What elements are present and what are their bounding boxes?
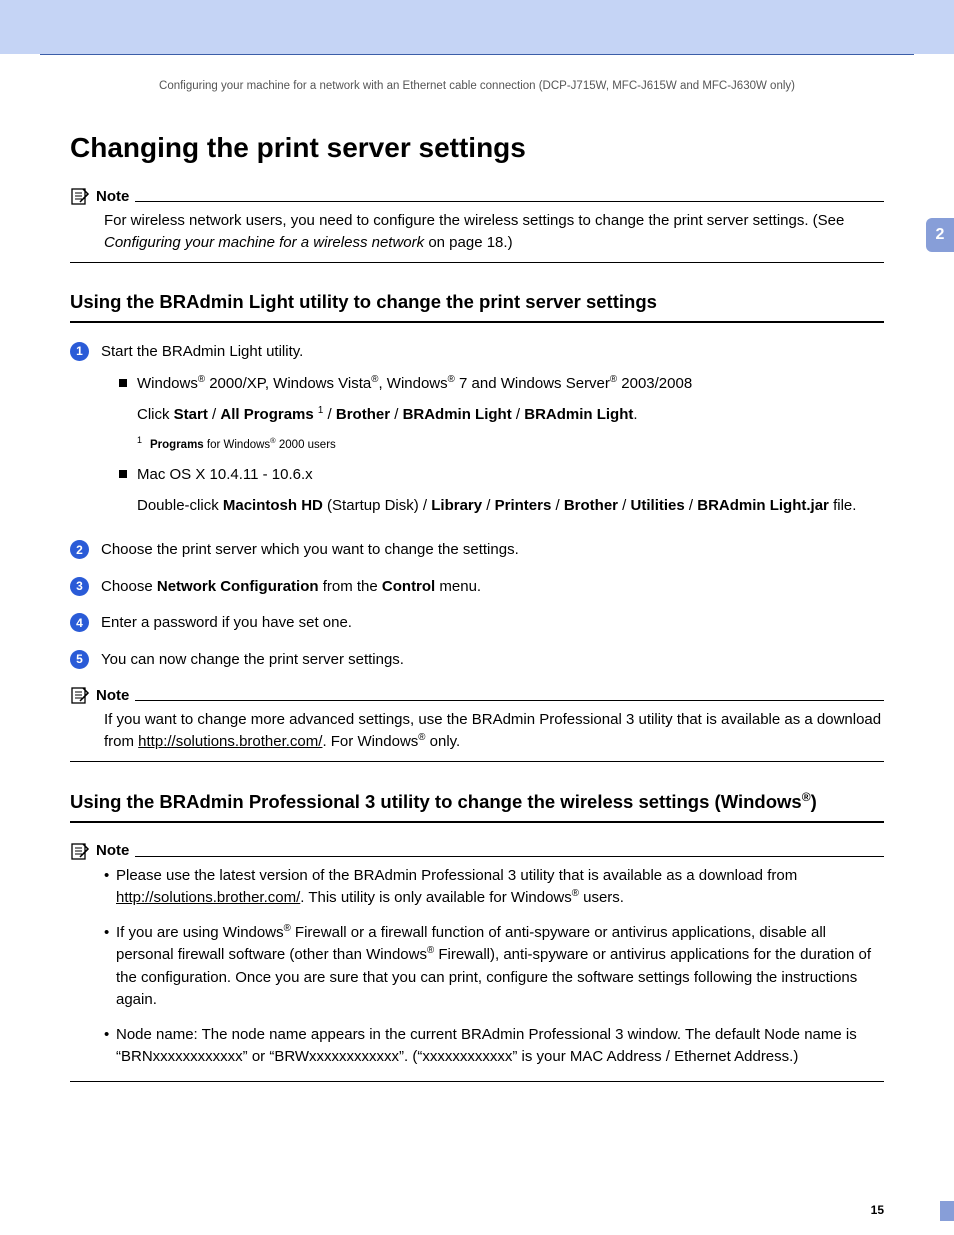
note-body-2: If you want to change more advanced sett… <box>70 709 884 762</box>
footnote-1: 1Programs for Windows® 2000 users <box>137 434 884 454</box>
step-4-text: Enter a password if you have set one. <box>101 612 884 635</box>
note-body-1: For wireless network users, you need to … <box>70 210 884 263</box>
step-3: 3 Choose Network Configuration from the … <box>70 576 884 599</box>
note-label: Note <box>96 687 129 704</box>
note-block-2: Note If you want to change more advanced… <box>70 685 884 762</box>
step-1-text: Start the BRAdmin Light utility. <box>101 341 884 364</box>
note-label: Note <box>96 188 129 205</box>
solutions-link[interactable]: http://solutions.brother.com/ <box>138 733 322 750</box>
step-5-text: You can now change the print server sett… <box>101 649 884 672</box>
chapter-tab: 2 <box>926 218 954 252</box>
note3-bullet-3: • Node name: The node name appears in th… <box>104 1024 884 1069</box>
square-bullet-icon <box>119 470 127 478</box>
step-number-icon: 1 <box>70 342 89 361</box>
step-1-bullet-2: Mac OS X 10.4.11 - 10.6.x <box>137 464 884 487</box>
note-icon <box>70 685 90 705</box>
page-title: Changing the print server settings <box>70 132 884 164</box>
section-heading-1: Using the BRAdmin Light utility to chang… <box>70 291 884 323</box>
step-number-icon: 3 <box>70 577 89 596</box>
solutions-link-2[interactable]: http://solutions.brother.com/ <box>116 889 300 906</box>
note3-bullet-1: • Please use the latest version of the B… <box>104 865 884 910</box>
step-1-path-1: Click Start / All Programs 1 / Brother /… <box>137 404 884 427</box>
note-icon <box>70 841 90 861</box>
step-2-text: Choose the print server which you want t… <box>101 539 884 562</box>
step-1-bullet-1: Windows® 2000/XP, Windows Vista®, Window… <box>137 373 884 396</box>
step-2: 2 Choose the print server which you want… <box>70 539 884 562</box>
step-number-icon: 2 <box>70 540 89 559</box>
header-band <box>0 0 954 54</box>
step-5: 5 You can now change the print server se… <box>70 649 884 672</box>
step-number-icon: 4 <box>70 613 89 632</box>
step-1-path-2: Double-click Macintosh HD (Startup Disk)… <box>137 495 884 518</box>
section-heading-2: Using the BRAdmin Professional 3 utility… <box>70 790 884 823</box>
note-block-1: Note For wireless network users, you nee… <box>70 186 884 263</box>
note-label: Note <box>96 842 129 859</box>
note3-bullet-2: • If you are using Windows® Firewall or … <box>104 922 884 1012</box>
square-bullet-icon <box>119 379 127 387</box>
step-4: 4 Enter a password if you have set one. <box>70 612 884 635</box>
step-number-icon: 5 <box>70 650 89 669</box>
page-tab-decoration <box>940 1201 954 1221</box>
note-icon <box>70 186 90 206</box>
note-block-3: Note • Please use the latest version of … <box>70 841 884 1082</box>
step-3-text: Choose Network Configuration from the Co… <box>101 576 884 599</box>
step-1: 1 Start the BRAdmin Light utility. Windo… <box>70 341 884 526</box>
running-header: Configuring your machine for a network w… <box>70 80 884 92</box>
page-number: 15 <box>871 1203 884 1217</box>
